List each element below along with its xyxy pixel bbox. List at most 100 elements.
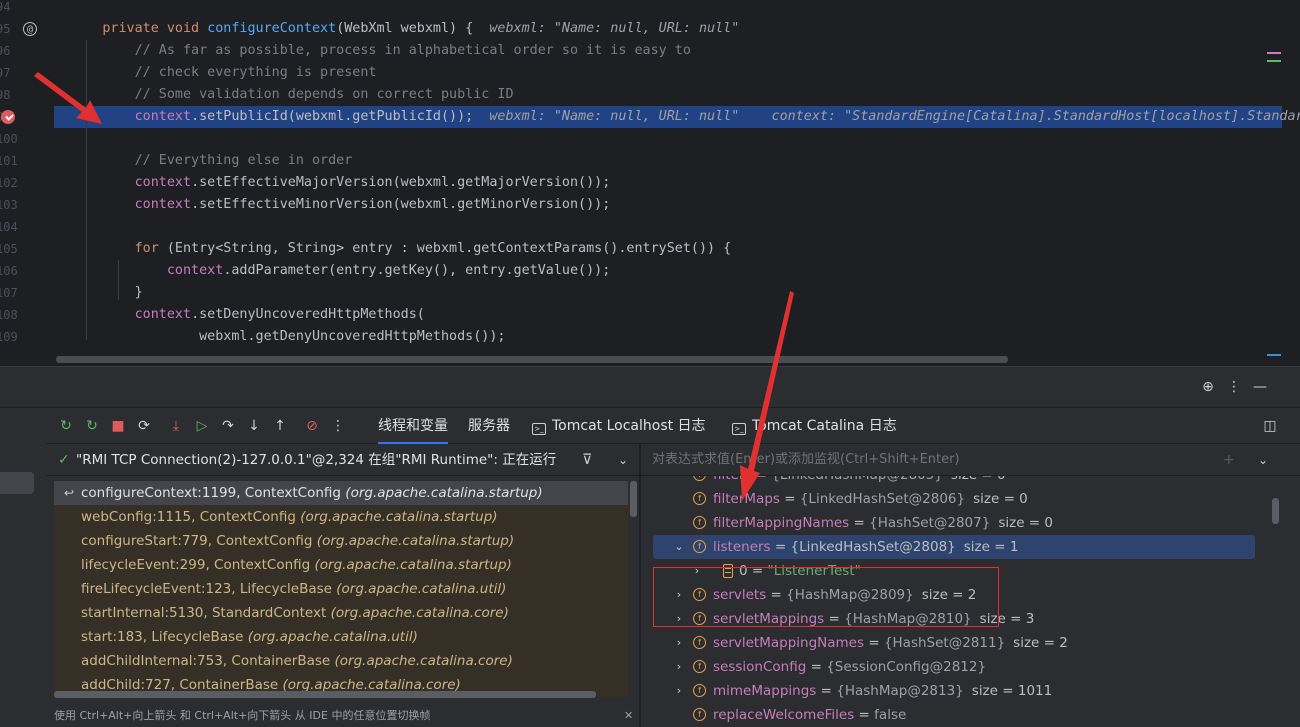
chevron-right-icon[interactable]: ›: [691, 559, 703, 583]
error-stripe-mark[interactable]: [1267, 52, 1281, 54]
chevron-right-icon[interactable]: ›: [673, 631, 685, 655]
gutter-line[interactable]: 106: [0, 260, 52, 282]
variable-row[interactable]: › f servletMappings = {HashMap@2810} size =…: [653, 607, 1255, 631]
gutter-line[interactable]: 108: [0, 304, 52, 326]
gutter-line[interactable]: 96: [0, 40, 52, 62]
target-icon[interactable]: ⊕: [1200, 379, 1216, 395]
mute-breakpoints-icon[interactable]: ⊘: [304, 418, 320, 434]
frame-package: (org.apache.catalina.util): [247, 629, 418, 645]
variable-row[interactable]: › f servletMappingNames = {HashSet@2811} si…: [653, 631, 1255, 655]
stack-frame[interactable]: ↩ configureContext:1199, ContextConfig (o…: [54, 481, 628, 505]
minimize-icon[interactable]: —: [1252, 379, 1268, 395]
stack-frame[interactable]: configureStart:779, ContextConfig (org.a…: [54, 529, 628, 553]
variables-vertical-scrollbar[interactable]: [1272, 498, 1279, 524]
close-icon[interactable]: ✕: [624, 706, 633, 726]
current-execution-line[interactable]: context.setPublicId(webxml.getPublicId()…: [54, 106, 1300, 128]
chevron-right-icon[interactable]: ›: [673, 583, 685, 607]
layout-icon[interactable]: ◫: [1262, 418, 1278, 434]
override-annotation-icon[interactable]: @: [23, 22, 37, 36]
chevron-right-icon[interactable]: ›: [673, 607, 685, 631]
variable-value: {HashSet@2811}: [883, 635, 1006, 651]
step-over-icon[interactable]: ↷: [220, 418, 236, 434]
code-line[interactable]: [54, 128, 1282, 150]
stack-frame[interactable]: startInternal:5130, StandardContext (org…: [54, 601, 628, 625]
tab-threads-variables[interactable]: 线程和变量: [378, 408, 448, 444]
gutter-line[interactable]: 102: [0, 172, 52, 194]
variable-value: false: [874, 707, 907, 723]
gutter-line[interactable]: 107: [0, 282, 52, 304]
code-editor[interactable]: 9495@96979899100101102103104105106107108…: [0, 0, 1300, 366]
code-line[interactable]: // check everything is present: [54, 62, 1282, 84]
code-token: context: [134, 175, 192, 190]
tab-tomcat-localhost-log[interactable]: >_ Tomcat Localhost 日志: [532, 408, 706, 444]
code-line[interactable]: }: [54, 282, 1282, 304]
frames-horizontal-scrollbar[interactable]: [54, 691, 596, 698]
code-line[interactable]: context.setDenyUncoveredHttpMethods(: [54, 304, 1282, 326]
code-line[interactable]: [54, 0, 1282, 18]
array-element-icon: [723, 564, 733, 578]
rerun-debug-icon[interactable]: ↻: [84, 418, 100, 434]
code-line[interactable]: webxml.getDenyUncoveredHttpMethods());: [54, 326, 1282, 348]
code-line[interactable]: private void configureContext(WebXml web…: [54, 18, 1282, 40]
variable-size: size = 1: [963, 539, 1019, 555]
chevron-down-icon[interactable]: ⌄: [618, 444, 628, 476]
code-area[interactable]: private void configureContext(WebXml web…: [54, 0, 1300, 366]
chevron-down-icon[interactable]: ⌄: [673, 535, 685, 559]
code-line[interactable]: context.setEffectiveMajorVersion(webxml.…: [54, 172, 1282, 194]
chevron-right-icon[interactable]: ›: [673, 655, 685, 679]
variable-size: size = 3: [979, 611, 1035, 627]
thread-selector[interactable]: ✓ "RMI TCP Connection(2)-127.0.0.1"@2,32…: [46, 444, 640, 476]
step-into-icon[interactable]: ↓: [246, 418, 262, 434]
editor-horizontal-scrollbar[interactable]: [56, 356, 1008, 363]
variable-row[interactable]: › 0 = "ListenerTest": [653, 559, 1255, 583]
code-line[interactable]: context.addParameter(entry.getKey(), ent…: [54, 260, 1282, 282]
filter-icon[interactable]: ⊽: [582, 444, 592, 476]
stack-frame[interactable]: fireLifecycleEvent:123, LifecycleBase (o…: [54, 577, 628, 601]
step-over-breakpoint-icon[interactable]: ⤓: [168, 418, 184, 434]
add-watch-icon[interactable]: +: [1223, 444, 1235, 476]
frame-package: (org.apache.catalina.startup): [345, 485, 543, 501]
restore-icon[interactable]: ⟳: [136, 418, 152, 434]
gutter-line[interactable]: 94: [0, 0, 52, 18]
gutter-line[interactable]: 101: [0, 150, 52, 172]
stop-icon[interactable]: ■: [110, 418, 126, 434]
gutter-line[interactable]: 105: [0, 238, 52, 260]
error-stripe-mark[interactable]: [1267, 60, 1281, 62]
code-line[interactable]: for (Entry<String, String> entry : webxm…: [54, 238, 1282, 260]
variable-row[interactable]: f replaceWelcomeFiles = false: [653, 703, 1255, 727]
tab-server[interactable]: 服务器: [468, 408, 510, 444]
code-line[interactable]: // Everything else in order: [54, 150, 1282, 172]
stack-frame[interactable]: webConfig:1115, ContextConfig (org.apach…: [54, 505, 628, 529]
code-line[interactable]: [54, 216, 1282, 238]
rerun-icon[interactable]: ↻: [58, 418, 74, 434]
breakpoint-icon[interactable]: [1, 110, 15, 124]
variable-row[interactable]: › f mimeMappings = {HashMap@2813} size = 10…: [653, 679, 1255, 703]
gutter-line[interactable]: 104: [0, 216, 52, 238]
gutter-line[interactable]: 103: [0, 194, 52, 216]
code-line[interactable]: // Some validation depends on correct pu…: [54, 84, 1282, 106]
code-line[interactable]: // As far as possible, process in alphab…: [54, 40, 1282, 62]
error-stripe-mark[interactable]: [1267, 354, 1281, 356]
gutter-line[interactable]: 100: [0, 128, 52, 150]
code-token: configureContext: [207, 21, 337, 36]
debug-session-selected[interactable]: [0, 472, 34, 494]
resume-icon[interactable]: ▷: [194, 418, 210, 434]
gutter-line[interactable]: 109: [0, 326, 52, 348]
code-token: // As far as possible, process in alphab…: [134, 43, 691, 58]
stack-frame[interactable]: lifecycleEvent:299, ContextConfig (org.a…: [54, 553, 628, 577]
variable-row[interactable]: › f sessionConfig = {SessionConfig@2812}: [653, 655, 1255, 679]
chevron-down-icon[interactable]: ⌄: [1258, 444, 1268, 476]
line-number-gutter[interactable]: 9495@96979899100101102103104105106107108…: [0, 0, 52, 366]
more-actions-icon[interactable]: ⋮: [330, 418, 346, 434]
stack-frame[interactable]: start:183, LifecycleBase (org.apache.cat…: [54, 625, 628, 649]
frames-vertical-scrollbar[interactable]: [630, 481, 637, 517]
variable-row[interactable]: ⌄ f listeners = {LinkedHashSet@2808} size =…: [653, 535, 1255, 559]
more-options-icon[interactable]: ⋮: [1226, 379, 1242, 395]
stack-frame[interactable]: addChildInternal:753, ContainerBase (org…: [54, 649, 628, 673]
code-line[interactable]: context.setEffectiveMinorVersion(webxml.…: [54, 194, 1282, 216]
chevron-right-icon[interactable]: ›: [673, 679, 685, 703]
step-out-icon[interactable]: ↑: [272, 418, 288, 434]
debug-sessions-strip: [0, 408, 46, 727]
variable-row[interactable]: › f servlets = {HashMap@2809} size = 2: [653, 583, 1255, 607]
gutter-line[interactable]: 95 @: [0, 18, 52, 40]
